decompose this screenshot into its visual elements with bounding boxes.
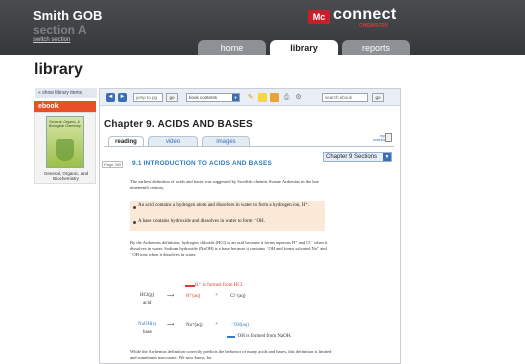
bullet-icon <box>133 221 136 224</box>
jump-go-button[interactable]: go <box>166 93 178 102</box>
tab-library[interactable]: library <box>270 40 338 55</box>
sticky-note-icon[interactable] <box>258 93 267 102</box>
eq2-arrow: ⟶ <box>167 323 175 328</box>
chevron-down-icon: ▼ <box>383 153 391 161</box>
prev-page-button[interactable]: ◄ <box>106 93 115 102</box>
chapter-sections-select[interactable]: Chapter 9 Sections ▼ <box>323 152 392 162</box>
show-library-items-link[interactable]: « show library items <box>35 88 97 98</box>
eq2-callout-line <box>227 336 235 338</box>
jump-to-page-input[interactable]: jump to pg <box>133 93 163 102</box>
flask-illustration-icon <box>56 139 74 161</box>
search-go-button[interactable]: go <box>372 93 384 102</box>
bookmark-icon[interactable] <box>270 93 279 102</box>
eq2-reactant-label: base <box>143 330 152 335</box>
eq2-reactant: NaOH(s) <box>138 322 157 327</box>
eq2-plus: + <box>215 322 218 327</box>
section-heading: 9.1 INTRODUCTION TO ACIDS AND BASES <box>132 160 273 167</box>
course-title: Smith GOB <box>33 8 103 23</box>
chevron-down-icon: ▼ <box>232 94 239 101</box>
brand-subtitle: CHEMISTRY <box>359 23 389 29</box>
my-notebook-link[interactable]: my notebook <box>373 134 389 142</box>
eq2-product2: ⁻OH(aq) <box>231 323 249 328</box>
print-icon[interactable]: ⎙ <box>282 93 291 102</box>
switch-section-link[interactable]: switch section <box>33 37 70 43</box>
eq1-reactant: HCl(g) <box>140 293 155 298</box>
ebook-caption: General, Organic, and Biochemistry <box>43 171 89 181</box>
page-title: library <box>34 61 83 78</box>
cover-title: General, Organic, & Biological Chemistry <box>49 120 81 128</box>
base-definition: A base contains hydroxide and dissolves … <box>138 219 265 224</box>
book-cover-image[interactable]: General, Organic, & Biological Chemistry <box>46 116 84 168</box>
closing-paragraph: While the Arrhenius definition correctly… <box>130 349 332 360</box>
eq2-callout: ⁻OH is formed from NaOH. <box>235 334 292 339</box>
next-page-button[interactable]: ► <box>118 93 127 102</box>
intro-paragraph: The earliest definition of acids and bas… <box>130 179 319 190</box>
notebook-icon[interactable] <box>385 133 392 142</box>
acid-definition: An acid contains a hydrogen atom and dis… <box>138 203 310 208</box>
search-ebook-input[interactable]: search ebook <box>322 93 368 102</box>
ebook-reader: ◄ ► jump to pg go book contents ▼ ✎ ⎙ ⚙ … <box>99 88 401 364</box>
subtab-images[interactable]: images <box>202 136 250 146</box>
eq2-product1: Na⁺(aq) <box>186 323 203 328</box>
ebook-tab[interactable]: ebook <box>34 101 96 112</box>
eq1-product1: H⁺(aq) <box>186 294 201 299</box>
book-contents-select[interactable]: book contents ▼ <box>186 93 240 102</box>
eq1-callout-line <box>185 285 195 287</box>
mcgraw-hill-logo-icon: Mc <box>308 10 330 24</box>
eq1-product2: Cl⁻(aq) <box>230 294 246 299</box>
settings-icon[interactable]: ⚙ <box>294 93 303 102</box>
eq1-arrow: ⟶ <box>167 294 175 299</box>
tab-reports[interactable]: reports <box>342 40 410 55</box>
tab-home[interactable]: home <box>198 40 266 55</box>
ebook-card[interactable]: General, Organic, & Biological Chemistry… <box>34 112 96 184</box>
brand-name: connect <box>333 6 397 23</box>
highlighter-icon[interactable]: ✎ <box>246 93 255 102</box>
sections-select-label: Chapter 9 Sections <box>326 154 378 160</box>
subtab-divider <box>104 146 394 147</box>
page-number-badge: Page 260 <box>102 161 124 168</box>
reader-toolbar: ◄ ► jump to pg go book contents ▼ ✎ ⎙ ⚙ … <box>100 89 400 106</box>
app-header: Smith GOB section A switch section Mc co… <box>0 0 525 55</box>
course-section: section A <box>33 23 87 37</box>
subtab-video[interactable]: video <box>148 136 198 146</box>
chapter-title: Chapter 9. ACIDS AND BASES <box>104 119 253 130</box>
eq1-reactant-label: acid <box>143 301 152 306</box>
eq1-plus: + <box>215 293 218 298</box>
bullet-icon <box>133 206 136 209</box>
arrhenius-paragraph: By the Arrhenius definition, hydrogen ch… <box>130 240 328 257</box>
eq1-callout: H⁺ is formed from HCl. <box>195 283 244 288</box>
book-contents-label: book contents <box>189 95 218 100</box>
definition-box: An acid contains a hydrogen atom and dis… <box>130 201 325 231</box>
